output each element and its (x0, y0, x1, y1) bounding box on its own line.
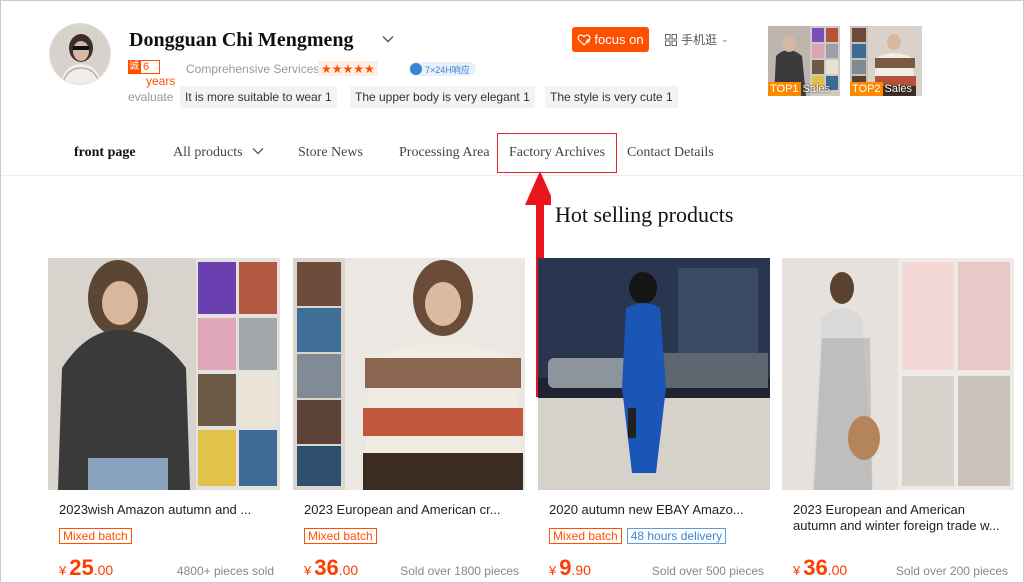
chevron-down-icon[interactable] (381, 32, 395, 46)
nav-all-products[interactable]: All products (173, 145, 264, 161)
nav-front-page[interactable]: front page (74, 145, 136, 161)
focus-on-label: focus on (594, 32, 644, 47)
product-price: ¥ 36 .00 (793, 555, 847, 581)
focus-on-button[interactable]: focus on (572, 27, 649, 52)
sold-count: Sold over 500 pieces (651, 564, 764, 578)
sold-count: Sold over 200 pieces (895, 564, 1008, 578)
price-decimal: .00 (827, 562, 848, 578)
product-card[interactable]: 2023wish Amazon autumn and ... Mixed bat… (48, 258, 280, 582)
shop-avatar[interactable] (49, 23, 111, 85)
hot-selling-annotation: Hot selling products (555, 202, 734, 227)
delivery-badge: 48 hours delivery (626, 528, 727, 544)
product-photo (48, 258, 280, 490)
product-card[interactable]: 2023 European and American autumn and wi… (782, 258, 1014, 582)
product-title[interactable]: 2023 European and American autumn and wi… (793, 502, 1008, 534)
store-page: Dongguan Chi Mengmeng focus on 手机逛 ⌄ 诚 6… (0, 0, 1024, 583)
mixed-batch-badge: Mixed batch (304, 528, 377, 544)
product-title[interactable]: 2023wish Amazon autumn and ... (59, 502, 274, 518)
top-sales-text: Sales (802, 83, 831, 95)
product-title[interactable]: 2023 European and American cr... (304, 502, 519, 518)
price-integer: 9 (559, 555, 572, 580)
price-integer: 36 (314, 555, 339, 580)
shop-name[interactable]: Dongguan Chi Mengmeng (129, 29, 353, 52)
nav-contact-details[interactable]: Contact Details (627, 145, 714, 161)
product-photo (293, 258, 525, 490)
evaluate-tag[interactable]: It is more suitable to wear 1 (180, 86, 337, 108)
product-price: ¥ 25 .00 (59, 555, 113, 581)
product-photo (538, 258, 770, 490)
product-image[interactable] (538, 258, 770, 490)
years-number: 6 (140, 60, 161, 74)
price-decimal: .90 (571, 562, 591, 578)
price-decimal: .00 (338, 562, 359, 578)
price-symbol: ¥ (304, 563, 312, 578)
evaluate-tag[interactable]: The style is very cute 1 (545, 86, 678, 108)
product-image[interactable] (293, 258, 525, 490)
price-symbol: ¥ (59, 563, 67, 578)
integrity-badge: 诚 6 (128, 60, 161, 74)
factory-archives-highlight-box (497, 133, 617, 173)
comprehensive-services-label: Comprehensive Services (186, 62, 320, 76)
nav-processing-area[interactable]: Processing Area (399, 145, 490, 161)
years-label: years (146, 74, 176, 88)
top2-sales-label: TOP2 Sales (850, 82, 914, 96)
price-integer: 25 (69, 555, 94, 580)
top1-sales-label: TOP1 Sales (768, 82, 832, 96)
product-photo (782, 258, 1014, 490)
product-price: ¥ 9 .90 (549, 555, 591, 581)
product-image[interactable] (48, 258, 280, 490)
response-badge-label: 7×24H响应 (425, 64, 470, 75)
product-badges: Mixed batch (59, 528, 132, 544)
mixed-batch-badge: Mixed batch (59, 528, 132, 544)
rating-stars: ★★★★★ (318, 61, 378, 76)
product-price: ¥ 36 .00 (304, 555, 358, 581)
product-badges: Mixed batch (304, 528, 377, 544)
top-rank: TOP2 (850, 82, 883, 96)
response-badge: 7×24H响应 (409, 62, 476, 76)
heart-icon (577, 33, 591, 46)
sold-count: Sold over 1800 pieces (400, 564, 519, 578)
product-title[interactable]: 2020 autumn new EBAY Amazo... (549, 502, 764, 518)
price-symbol: ¥ (549, 563, 557, 578)
top-sales-thumbnail[interactable]: TOP2 Sales (850, 26, 922, 96)
caret-down-icon: ⌄ (721, 34, 729, 44)
sold-count: 4800+ pieces sold (176, 564, 274, 578)
top-rank: TOP1 (768, 82, 801, 96)
top-sales-text: Sales (884, 83, 913, 95)
nav-store-news[interactable]: Store News (298, 145, 363, 161)
price-decimal: .00 (93, 562, 114, 578)
product-card[interactable]: 2020 autumn new EBAY Amazo... Mixed batc… (538, 258, 770, 582)
product-card[interactable]: 2023 European and American cr... Mixed b… (293, 258, 525, 582)
product-image[interactable] (782, 258, 1014, 490)
product-badges: Mixed batch 48 hours delivery (549, 528, 727, 544)
top-sales-thumbnail[interactable]: TOP1 Sales (768, 26, 840, 96)
mixed-batch-badge: Mixed batch (549, 528, 622, 544)
qr-grid-icon (665, 33, 677, 46)
mobile-browse-label: 手机逛 (681, 33, 718, 47)
response-icon (410, 63, 422, 75)
cheng-mark: 诚 (128, 60, 140, 74)
nav-all-products-label: All products (173, 145, 243, 160)
price-symbol: ¥ (793, 563, 801, 578)
price-integer: 36 (803, 555, 828, 580)
chevron-down-icon (252, 148, 264, 155)
mobile-browse-link[interactable]: 手机逛 ⌄ (665, 31, 729, 48)
evaluate-label: evaluate (128, 90, 174, 104)
evaluate-tag[interactable]: The upper body is very elegant 1 (350, 86, 535, 108)
